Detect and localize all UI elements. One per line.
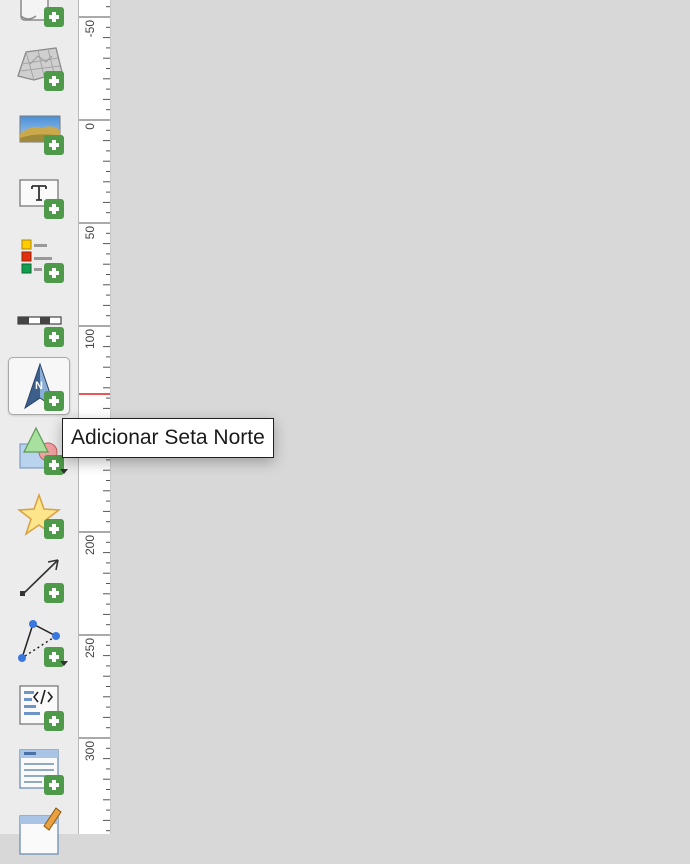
picture-add-icon xyxy=(19,115,64,155)
ruler-scale: -50 0 50 100 200 250 300 xyxy=(79,6,110,832)
add-page-button[interactable] xyxy=(8,0,70,28)
tooltip: Adicionar Seta Norte xyxy=(62,418,274,458)
ruler-label: 200 xyxy=(83,535,97,555)
add-shape-button[interactable] xyxy=(8,422,70,480)
add-picture-button[interactable] xyxy=(8,102,70,160)
ruler-label: 50 xyxy=(83,226,97,240)
tooltip-text: Adicionar Seta Norte xyxy=(71,426,265,449)
legend-add-icon xyxy=(21,239,64,283)
add-node-item-button[interactable] xyxy=(8,614,70,672)
html-add-icon xyxy=(19,685,64,731)
fixed-table-add-icon xyxy=(19,807,62,855)
map-3d-add-icon xyxy=(17,47,64,91)
add-legend-button[interactable] xyxy=(8,230,70,288)
svg-text:N: N xyxy=(35,380,43,392)
add-scale-bar-button[interactable] xyxy=(8,294,70,352)
star-marker-add-icon xyxy=(16,492,64,539)
item-toolbar: N xyxy=(0,0,79,855)
label-add-icon xyxy=(19,179,64,219)
shape-add-icon xyxy=(19,426,68,475)
layout-canvas[interactable] xyxy=(111,0,690,834)
add-north-arrow-button[interactable]: N xyxy=(8,357,70,415)
add-html-button[interactable] xyxy=(8,678,70,736)
ruler-label: 0 xyxy=(83,123,97,130)
polyline-add-icon xyxy=(18,620,68,667)
vertical-ruler: -50 0 50 100 200 250 300 xyxy=(79,0,111,834)
add-marker-button[interactable] xyxy=(8,486,70,544)
ruler-label: 250 xyxy=(83,638,97,658)
ruler-label: 100 xyxy=(83,329,97,349)
add-label-button[interactable] xyxy=(8,166,70,224)
ruler-label: -50 xyxy=(83,20,97,38)
page-add-icon xyxy=(20,0,64,27)
north-arrow-add-icon: N xyxy=(24,362,64,411)
attribute-table-add-icon xyxy=(19,749,64,795)
add-3d-map-button[interactable] xyxy=(8,38,70,96)
add-attribute-table-button[interactable] xyxy=(8,742,70,800)
add-arrow-button[interactable] xyxy=(8,550,70,608)
add-fixed-table-button[interactable] xyxy=(8,806,70,864)
arrow-add-icon xyxy=(20,559,64,603)
ruler-label: 300 xyxy=(83,741,97,761)
scale-bar-add-icon xyxy=(17,316,64,347)
